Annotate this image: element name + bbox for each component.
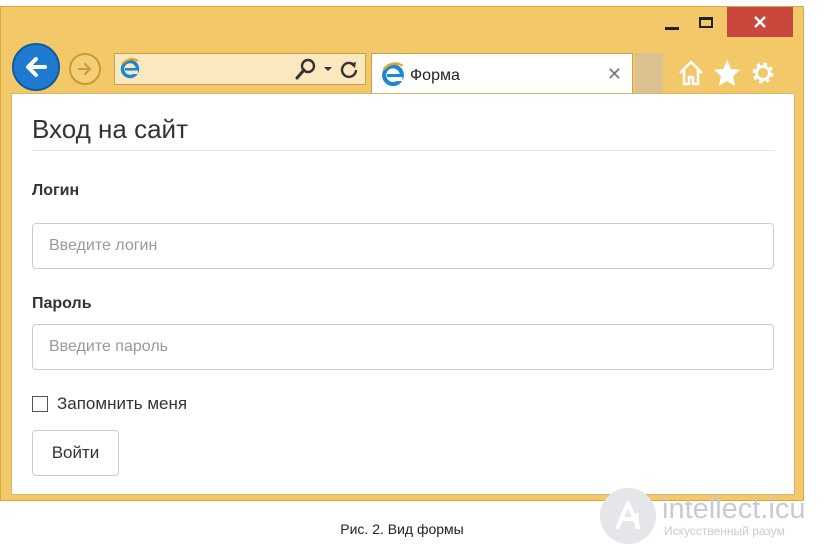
home-icon[interactable] [677, 59, 705, 87]
toolbar-icons [677, 59, 777, 87]
maximize-button[interactable] [689, 7, 723, 37]
password-input[interactable] [32, 324, 774, 370]
back-arrow-icon [26, 57, 47, 77]
login-button[interactable]: Войти [32, 430, 119, 476]
close-button[interactable] [727, 7, 793, 37]
login-input[interactable] [32, 223, 774, 269]
maximize-icon [699, 16, 713, 28]
window-controls [655, 7, 793, 39]
refresh-icon[interactable] [339, 59, 359, 79]
forward-arrow-icon [78, 63, 92, 75]
remember-me-label[interactable]: Запомнить меня [57, 394, 187, 414]
minimize-icon [665, 26, 679, 30]
address-tools [295, 58, 359, 80]
dropdown-caret-icon[interactable] [323, 64, 333, 74]
watermark-name: intellect.icu [662, 493, 806, 525]
password-label: Пароль [32, 295, 92, 312]
back-button[interactable] [12, 43, 60, 91]
remember-me-row[interactable]: Запомнить меня [32, 394, 187, 414]
figure-caption: Рис. 2. Вид формы [340, 521, 464, 537]
tab-title: Форма [410, 67, 460, 84]
page-content: Вход на сайт Логин Пароль Запомнить меня… [11, 93, 795, 495]
ie-logo-icon [119, 57, 141, 84]
close-icon [754, 16, 766, 28]
ie-logo-icon [380, 61, 406, 92]
browser-window: Форма ✕ Вход на сайт Логин Пароль Запомн… [0, 6, 804, 501]
minimize-button[interactable] [655, 7, 689, 37]
address-bar[interactable] [114, 53, 366, 85]
tab-forma[interactable]: Форма ✕ [371, 53, 633, 95]
favorites-star-icon[interactable] [713, 59, 741, 87]
login-label: Логин [32, 182, 80, 199]
new-tab-button[interactable] [635, 53, 663, 93]
page-title: Вход на сайт [32, 114, 188, 144]
settings-gear-icon[interactable] [749, 59, 777, 87]
tab-close-icon[interactable]: ✕ [607, 64, 622, 85]
remember-me-checkbox[interactable] [32, 396, 48, 412]
forward-button[interactable] [69, 53, 101, 85]
title-divider [32, 150, 775, 151]
search-icon[interactable] [295, 58, 317, 80]
